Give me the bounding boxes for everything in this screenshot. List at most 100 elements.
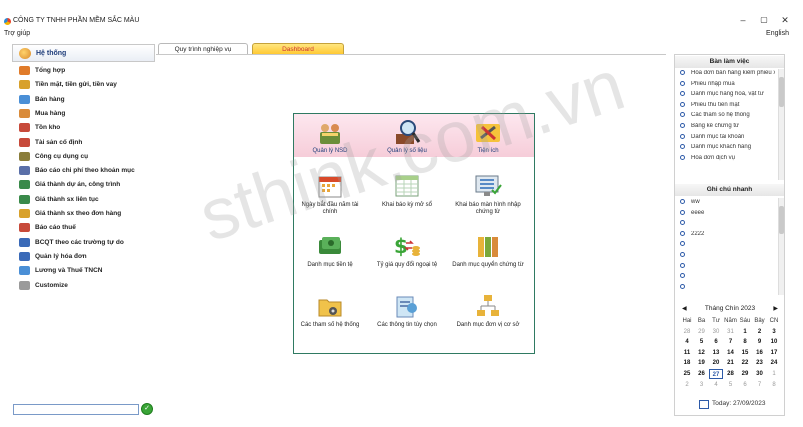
sidebar-item[interactable]: Customize [12, 279, 155, 293]
sidebar-item[interactable]: Tiền mặt, tiền gửi, tiền vay [12, 78, 155, 92]
calendar-day[interactable]: 8 [767, 380, 781, 390]
sidebar-item[interactable]: Mua hàng [12, 107, 155, 121]
calendar-day[interactable]: 9 [753, 337, 767, 347]
note-item[interactable]: 2222 [680, 230, 775, 242]
sidebar-item[interactable]: Báo cáo chi phí theo khoản mục [12, 164, 155, 178]
calendar-day[interactable]: 22 [738, 358, 752, 368]
calendar-day[interactable]: 28 [724, 369, 738, 379]
language-link[interactable]: English [766, 30, 789, 37]
calendar-day[interactable]: 31 [724, 327, 738, 337]
sidebar-item[interactable]: Giá thành sx liên tục [12, 193, 155, 207]
desk-item[interactable]: Các tham số hệ thống [680, 112, 775, 123]
close-button[interactable]: ✕ [778, 14, 792, 26]
calendar-day[interactable]: 24 [767, 358, 781, 368]
calendar-day[interactable]: 11 [680, 348, 694, 358]
calendar-day[interactable]: 6 [709, 337, 723, 347]
sidebar-item[interactable]: Quản lý hóa đơn [12, 250, 155, 264]
workflow-item[interactable]: Các thông tin tùy chọn [371, 292, 443, 329]
tab-dashboard[interactable]: Dashboard [252, 43, 344, 54]
sidebar-item[interactable]: Công cụ dụng cụ [12, 150, 155, 164]
desk-scrollbar[interactable] [778, 69, 784, 180]
note-item[interactable] [680, 273, 775, 284]
calendar-day[interactable]: 2 [753, 327, 767, 337]
workflow-item[interactable]: Quản lý số liệu [371, 118, 443, 155]
calendar-next-button[interactable]: ▶ [773, 303, 778, 315]
workflow-item[interactable]: $ Tỷ giá quy đổi ngoại tệ [371, 232, 443, 269]
workflow-item[interactable]: Danh mục tiền tệ [294, 232, 366, 269]
calendar-day[interactable]: 3 [767, 327, 781, 337]
sidebar-item[interactable]: Tài sản cố định [12, 136, 155, 150]
calendar-day[interactable]: 5 [724, 380, 738, 390]
sidebar-item[interactable]: BCQT theo các trường tự do [12, 236, 155, 250]
note-item[interactable] [680, 262, 775, 274]
calendar-day[interactable]: 4 [709, 380, 723, 390]
desk-item[interactable]: Hóa đơn dịch vụ [680, 154, 775, 166]
note-item[interactable]: eeee [680, 209, 775, 221]
calendar-day[interactable]: 29 [738, 369, 752, 379]
calendar-day[interactable]: 6 [738, 380, 752, 390]
workflow-item[interactable]: Danh mục đơn vị cơ sở [452, 292, 524, 329]
calendar-day[interactable]: 12 [695, 348, 709, 358]
calendar-day[interactable]: 3 [695, 380, 709, 390]
note-item[interactable] [680, 252, 775, 263]
sidebar-item[interactable]: Tồn kho [12, 121, 155, 135]
calendar-day[interactable]: 14 [724, 348, 738, 358]
note-item[interactable]: ww [680, 199, 775, 210]
desk-scroll-thumb[interactable] [779, 77, 784, 107]
sidebar-item[interactable]: Bán hàng [12, 93, 155, 107]
workflow-item[interactable]: Khai báo kỳ mở sổ [371, 172, 443, 209]
calendar-day[interactable]: 25 [680, 369, 694, 379]
calendar-day[interactable]: 20 [709, 358, 723, 368]
minimize-button[interactable]: – [736, 14, 750, 26]
calendar-day[interactable]: 4 [680, 337, 694, 347]
calendar-day[interactable]: 15 [738, 348, 752, 358]
calendar-day[interactable]: 30 [709, 327, 723, 337]
calendar-day[interactable]: 7 [753, 380, 767, 390]
workflow-item[interactable]: Danh mục quyển chứng từ [452, 232, 524, 269]
menu-help[interactable]: Trợ giúp [4, 30, 30, 37]
calendar-day[interactable]: 19 [695, 358, 709, 368]
maximize-button[interactable]: ▢ [757, 14, 771, 26]
note-item[interactable] [680, 220, 775, 231]
sidebar-search-input[interactable] [13, 404, 139, 415]
workflow-item[interactable]: Các tham số hệ thống [294, 292, 366, 329]
calendar-day[interactable]: 16 [753, 348, 767, 358]
calendar-day[interactable]: 29 [695, 327, 709, 337]
calendar-prev-button[interactable]: ◀ [682, 303, 687, 315]
calendar-day[interactable]: 8 [738, 337, 752, 347]
sidebar-item[interactable]: Giá thành sx theo đơn hàng [12, 207, 155, 221]
calendar-day[interactable]: 17 [767, 348, 781, 358]
workflow-item[interactable]: Tiện ích [452, 118, 524, 155]
calendar-day[interactable]: 28 [680, 327, 694, 337]
calendar-day[interactable]: 23 [753, 358, 767, 368]
calendar-day[interactable]: 10 [767, 337, 781, 347]
calendar-day[interactable]: 18 [680, 358, 694, 368]
tab-quy-trinh-nghiep-vu[interactable]: Quy trình nghiệp vụ [158, 43, 248, 54]
calendar-day[interactable]: 26 [695, 369, 709, 379]
notes-scroll-thumb[interactable] [779, 206, 784, 234]
note-item[interactable] [680, 283, 775, 295]
search-go-icon[interactable]: ✓ [141, 403, 153, 415]
desk-item[interactable]: Hóa đơn bán hàng kiêm phiếu xuất [680, 70, 775, 81]
calendar-day[interactable]: 5 [695, 337, 709, 347]
calendar-day[interactable]: 13 [709, 348, 723, 358]
calendar-day[interactable]: 30 [753, 369, 767, 379]
sidebar-header[interactable]: Hệ thống [12, 44, 155, 62]
sidebar-item[interactable]: Lương và Thuế TNCN [12, 264, 155, 278]
calendar-day[interactable]: 1 [738, 327, 752, 337]
desk-item[interactable]: Danh mục tài khoản [680, 133, 775, 145]
workflow-item[interactable]: Ngày bắt đầu năm tài chính [294, 172, 366, 216]
calendar-today-label[interactable]: Today: 27/09/2023 [712, 400, 766, 407]
workflow-item[interactable]: Quản lý NSD [294, 118, 366, 155]
workflow-item[interactable]: Khai báo màn hình nhập chứng từ [452, 172, 524, 216]
note-item[interactable] [680, 241, 775, 252]
desk-item[interactable]: Danh mục hàng hoá, vật tư [680, 91, 775, 102]
notes-scrollbar[interactable] [778, 198, 784, 295]
calendar-day[interactable]: 7 [724, 337, 738, 347]
sidebar-item[interactable]: Tổng hợp [12, 64, 155, 78]
calendar-day-today[interactable]: 27 [709, 369, 723, 379]
desk-item[interactable]: Phiếu thu tiền mặt [680, 101, 775, 113]
sidebar-item[interactable]: Giá thành dự án, công trình [12, 178, 155, 192]
desk-item[interactable]: Phiếu nhập mua [680, 80, 775, 92]
desk-item[interactable]: Danh mục khách hàng [680, 144, 775, 155]
